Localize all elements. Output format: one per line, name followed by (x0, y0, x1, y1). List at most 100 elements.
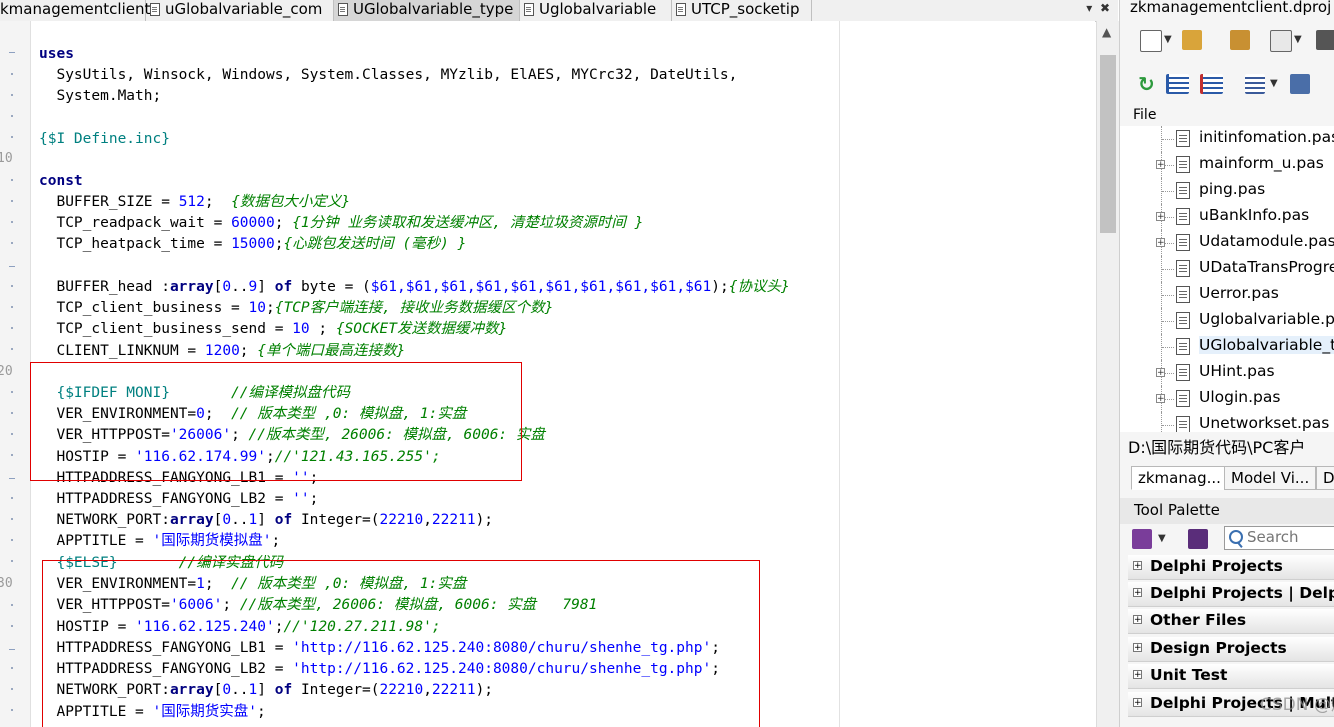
tree-item-udatamodule[interactable]: + Udatamodule.pas (1120, 230, 1334, 256)
tree-item-ulogin[interactable]: + Ulogin.pas (1120, 386, 1334, 412)
watermark: CSDN @炼梦 (1260, 695, 1334, 715)
tab-label: uGlobalvariable_com (165, 0, 323, 18)
code-line: HTTPADDRESS_FANGYONG_LB2 = ''; (39, 491, 319, 507)
gutter-dot (11, 306, 13, 308)
collapse-all-icon[interactable] (1200, 74, 1223, 94)
options-icon[interactable] (1316, 30, 1334, 50)
tab-uglobalvariable-com[interactable]: uGlobalvariable_com (146, 0, 334, 21)
tab-utcp-socketip[interactable]: UTCP_socketip (672, 0, 812, 21)
expand-icon[interactable]: + (1156, 394, 1165, 404)
highlight-box-simulated (30, 362, 522, 481)
highlight-box-live (42, 560, 760, 727)
build-icon[interactable] (1290, 74, 1310, 94)
add-file-icon[interactable] (1182, 30, 1202, 50)
expand-icon[interactable]: + (1156, 368, 1165, 378)
unit-file-icon (676, 3, 686, 16)
gutter-dot (11, 454, 13, 456)
tool-palette-header: Tool Palette (1120, 498, 1334, 524)
pas-file-icon (1176, 234, 1190, 251)
tab-kmanagementclient[interactable]: kmanagementclient (0, 0, 150, 21)
chevron-down-icon[interactable]: ▼ (1294, 34, 1302, 45)
code-line: {$I Define.inc} (39, 131, 170, 147)
file-column-header: File (1133, 107, 1157, 123)
gutter-dot (11, 391, 13, 393)
project-file-tree: initinfomation.pas + mainform_u.pas ping.… (1120, 126, 1334, 432)
expand-icon[interactable]: + (1156, 160, 1165, 170)
tab-project-manager[interactable]: zkmanag... (1131, 466, 1228, 490)
tree-item-uglobalvariable[interactable]: Uglobalvariable.pas (1120, 308, 1334, 334)
gutter-tick (9, 266, 15, 267)
tree-item-uglobalvariable-type[interactable]: UGlobalvariable_type (1120, 334, 1334, 360)
pas-file-icon (1176, 182, 1190, 199)
pas-file-icon (1176, 260, 1190, 277)
list-view-icon[interactable] (1245, 74, 1265, 94)
gutter-dot (11, 539, 13, 541)
tab-uglobalvariable[interactable]: Uglobalvariable (520, 0, 672, 21)
refresh-icon[interactable]: ↻ (1138, 74, 1158, 94)
expand-icon[interactable]: + (1156, 238, 1165, 248)
scrollbar-thumb[interactable] (1100, 55, 1116, 233)
tab-dropdown-button[interactable]: ▾ (1086, 1, 1092, 15)
tree-item-mainform-u[interactable]: + mainform_u.pas (1120, 152, 1334, 178)
tree-item-ping[interactable]: ping.pas (1120, 178, 1334, 204)
gutter-dot (11, 709, 13, 711)
tab-controls: ▾ ✖ (1086, 1, 1110, 15)
code-editor[interactable]: 10 20 30 uses SysUtils, Winsock, Windows… (0, 21, 1095, 727)
palette-category[interactable]: + Other Files (1128, 609, 1334, 634)
gutter-dot (11, 242, 13, 244)
tab-model-view[interactable]: Model Vi... (1224, 466, 1317, 490)
new-item-icon[interactable] (1140, 30, 1162, 52)
tab-label: kmanagementclient (0, 0, 151, 18)
line-number: 10 (0, 151, 13, 166)
code-line: NETWORK_PORT:array[0..1] of Integer=(222… (39, 512, 494, 528)
open-folder-icon[interactable] (1230, 30, 1250, 50)
gutter-tick (9, 649, 15, 650)
view-icon[interactable] (1270, 30, 1292, 52)
chevron-down-icon[interactable]: ▼ (1158, 533, 1166, 544)
scroll-up-icon[interactable]: ▲ (1102, 25, 1111, 39)
expand-all-icon[interactable] (1166, 74, 1189, 94)
project-toolbar-2: ↻ ▼ (1120, 72, 1334, 96)
tool-palette-toolbar: ▼ (1120, 526, 1334, 552)
pas-file-icon (1176, 156, 1190, 173)
chevron-down-icon[interactable]: ▼ (1270, 78, 1278, 89)
pointer-icon[interactable] (1188, 529, 1208, 549)
close-tab-button[interactable]: ✖ (1100, 1, 1110, 15)
tree-item-uhint[interactable]: + UHint.pas (1120, 360, 1334, 386)
pas-file-icon (1176, 416, 1190, 432)
palette-search-input[interactable] (1247, 528, 1334, 546)
palette-category[interactable]: + Design Projects (1128, 637, 1334, 662)
tree-item-initinfomation[interactable]: initinfomation.pas (1120, 126, 1334, 152)
gutter-dot (11, 625, 13, 627)
chevron-down-icon[interactable]: ▼ (1164, 34, 1172, 45)
editor-tab-bar: kmanagementclient uGlobalvariable_com UG… (0, 0, 1118, 22)
code-line: TCP_readpack_wait = 60000; {1分钟 业务读取和发送缓… (39, 215, 644, 231)
tab-label: UGlobalvariable_type (353, 0, 514, 18)
tree-item-uerror[interactable]: Uerror.pas (1120, 282, 1334, 308)
panel-tabs: zkmanag... Model Vi... D (1120, 462, 1334, 490)
palette-category[interactable]: + Unit Test (1128, 664, 1334, 689)
pas-file-icon (1176, 130, 1190, 147)
tree-item-unetworkset[interactable]: Unetworkset.pas (1120, 412, 1334, 432)
gutter-dot (11, 560, 13, 562)
code-line: SysUtils, Winsock, Windows, System.Class… (39, 67, 738, 83)
gutter-dot (11, 688, 13, 690)
code-line: TCP_client_business = 10;{TCP客户端连接, 接收业务… (39, 300, 554, 316)
tab-data-explorer[interactable]: D (1316, 466, 1334, 490)
tree-item-udatatransprogress[interactable]: UDataTransProgress (1120, 256, 1334, 282)
palette-category[interactable]: + Delphi Projects (1128, 555, 1334, 580)
gutter-dot (11, 115, 13, 117)
gutter-dot (11, 604, 13, 606)
tab-uglobalvariable-type[interactable]: UGlobalvariable_type (334, 0, 520, 21)
pas-file-icon (1176, 312, 1190, 329)
editor-vertical-scrollbar[interactable]: ▲ (1096, 21, 1119, 727)
palette-search-field[interactable] (1224, 526, 1334, 550)
expand-icon[interactable]: + (1156, 212, 1165, 222)
palette-category[interactable]: +Delphi Projects | Delphi (1128, 582, 1334, 607)
tree-item-ubankinfo[interactable]: + uBankInfo.pas (1120, 204, 1334, 230)
gutter-dot (11, 518, 13, 520)
categories-icon[interactable] (1132, 529, 1152, 549)
gutter-dot (11, 348, 13, 350)
gutter-dot (11, 327, 13, 329)
gutter-dot (11, 497, 13, 499)
